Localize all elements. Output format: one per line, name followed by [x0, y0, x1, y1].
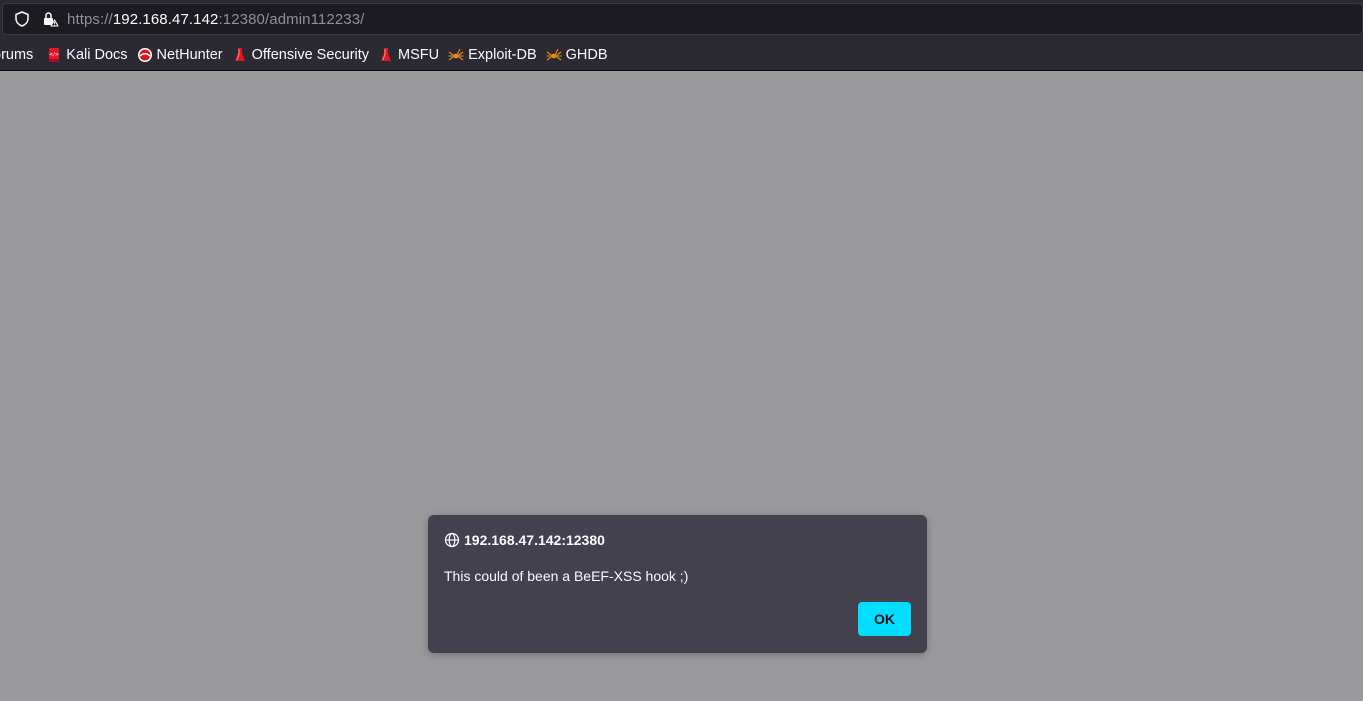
bookmark-label: Kali Docs [66, 46, 128, 63]
dialog-message: This could of been a BeEF-XSS hook ;) [444, 568, 689, 584]
url-text[interactable]: https://192.168.47.142:12380/admin112233… [67, 11, 364, 28]
lock-warning-icon[interactable] [41, 10, 59, 28]
browser-chrome: https://192.168.47.142:12380/admin112233… [0, 0, 1363, 71]
exploitdb-icon [448, 47, 464, 63]
exploitdb-icon [546, 47, 562, 63]
bookmark-label: orums [0, 46, 34, 63]
offsec-icon [232, 47, 248, 63]
shield-icon[interactable] [13, 10, 31, 28]
bookmark-label: MSFU [398, 46, 440, 63]
bookmarks-toolbar: orums </> Kali Docs NetHunter [0, 38, 1363, 71]
kali-docs-icon: </> [46, 47, 62, 63]
bookmark-nethunter[interactable]: NetHunter [133, 42, 228, 68]
ok-button[interactable]: OK [858, 602, 911, 636]
bookmark-label: GHDB [565, 46, 608, 63]
bookmark-exploit-db[interactable]: Exploit-DB [444, 42, 542, 68]
url-host: 192.168.47.142 [112, 10, 219, 28]
dialog-title-row: 192.168.47.142:12380 [444, 531, 605, 549]
alert-dialog: 192.168.47.142:12380 This could of been … [428, 515, 927, 653]
url-prefix: https:// [67, 10, 113, 28]
bookmark-label: Offensive Security [251, 46, 370, 63]
bookmark-offensive-security[interactable]: Offensive Security [228, 42, 374, 68]
bookmark-ghdb[interactable]: GHDB [542, 42, 613, 68]
dialog-title: 192.168.47.142:12380 [464, 532, 605, 548]
bookmark-msfu[interactable]: MSFU [374, 42, 444, 68]
url-bar[interactable]: https://192.168.47.142:12380/admin112233… [2, 3, 1363, 35]
bookmark-label: NetHunter [156, 46, 223, 63]
url-suffix: :12380/admin112233/ [218, 10, 365, 28]
nethunter-icon [137, 47, 153, 63]
bookmark-forums[interactable]: orums [0, 42, 38, 68]
bookmark-label: Exploit-DB [468, 46, 537, 63]
bookmark-kali-docs[interactable]: </> Kali Docs [42, 42, 132, 68]
globe-icon [444, 532, 460, 548]
svg-text:</>: </> [49, 52, 59, 58]
offsec-icon [378, 47, 394, 63]
